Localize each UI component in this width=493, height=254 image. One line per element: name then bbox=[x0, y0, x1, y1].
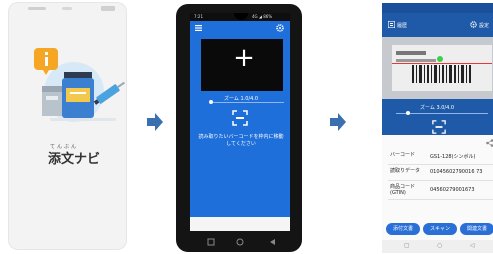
scan-frame-icon[interactable] bbox=[432, 120, 446, 134]
result-value: 01045602790016 73 bbox=[430, 169, 483, 175]
recent-apps-icon[interactable]: ▢ bbox=[404, 242, 410, 249]
gear-icon[interactable] bbox=[276, 24, 284, 32]
package-insert-button[interactable]: 添付文書 bbox=[386, 223, 420, 235]
result-key: 読取りデータ bbox=[390, 168, 421, 174]
menu-icon[interactable] bbox=[195, 25, 202, 31]
gear-icon[interactable] bbox=[470, 21, 477, 28]
zoom-slider-thumb[interactable] bbox=[406, 111, 410, 115]
zoom-label: ズーム 1.0/4.0 bbox=[224, 96, 259, 102]
arrow-right-icon bbox=[147, 113, 163, 131]
status-bar-center bbox=[62, 7, 72, 10]
status-indicators: 4G ◢ 86% bbox=[252, 14, 273, 19]
zoom-slider[interactable] bbox=[210, 102, 284, 103]
result-key: 商品コード (GTIN) bbox=[390, 184, 416, 196]
crosshair-icon: + bbox=[233, 43, 255, 73]
android-nav-bar bbox=[207, 238, 275, 246]
scan-screen: 7:21 4G ◢ 86% + ズーム 1.0/4.0 読み取りたいバーコードを… bbox=[190, 13, 290, 231]
status-bar bbox=[382, 3, 493, 13]
result-key: バーコード bbox=[390, 152, 416, 158]
history-icon[interactable] bbox=[388, 21, 395, 28]
result-row: バーコード GS1-128(シンボル) bbox=[388, 149, 493, 165]
status-bar-battery-icon bbox=[101, 6, 115, 11]
scan-instruction: 読み取りたいバーコードを枠内に移動してください bbox=[198, 134, 284, 147]
camera-preview-barcode bbox=[382, 37, 493, 99]
android-nav-bar: ▢ ○ ◁ bbox=[382, 240, 493, 253]
result-row: 読取りデータ 01045602790016 73 bbox=[388, 165, 493, 181]
back-icon[interactable]: ◁ bbox=[470, 242, 475, 249]
scan-button[interactable]: スキャン bbox=[423, 223, 457, 235]
scan-header bbox=[190, 21, 290, 35]
zoom-label: ズーム 3.0/4.0 bbox=[420, 105, 455, 111]
arrow-right-icon bbox=[330, 113, 346, 131]
share-icon[interactable] bbox=[486, 139, 493, 147]
splash-screen: てんぶん 添文ナビ bbox=[8, 2, 127, 250]
app-name: 添文ナビ bbox=[48, 152, 101, 167]
settings-label[interactable]: 設定 bbox=[479, 22, 489, 29]
result-row: 商品コード (GTIN) 04560279001673 bbox=[388, 181, 493, 200]
related-docs-button[interactable]: 関連文書 bbox=[460, 223, 493, 235]
status-time: 7:21 bbox=[194, 14, 203, 19]
result-header: 履歴 設定 bbox=[382, 13, 493, 37]
result-value: GS1-128(シンボル) bbox=[430, 154, 476, 160]
status-bar-left bbox=[28, 7, 46, 10]
bottom-panel bbox=[190, 217, 290, 231]
zoom-slider-thumb[interactable] bbox=[209, 100, 213, 104]
scan-frame-icon[interactable] bbox=[232, 110, 248, 126]
history-label[interactable]: 履歴 bbox=[397, 22, 407, 29]
medicine-illustration-icon bbox=[34, 48, 125, 122]
result-screen: 履歴 設定 ズーム 3.0/4.0 バーコード GS1-128(シンボル) 読取… bbox=[382, 3, 493, 253]
home-icon[interactable]: ○ bbox=[437, 242, 442, 249]
result-value: 04560279001673 bbox=[430, 187, 475, 193]
